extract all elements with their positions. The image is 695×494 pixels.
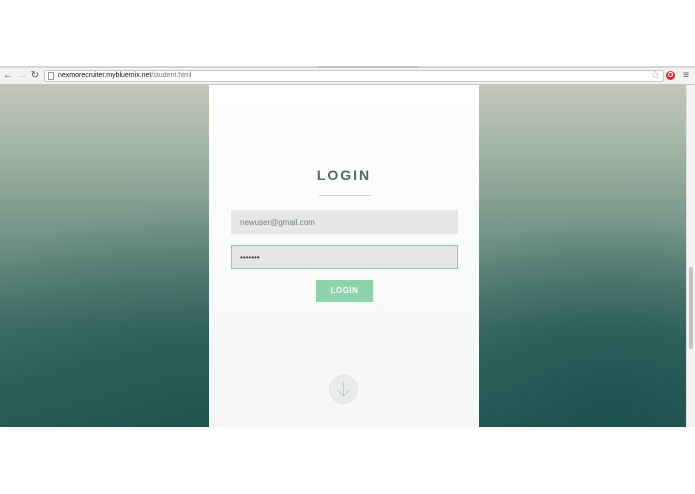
address-bar[interactable]: nexmorecruiter.mybluemix.net/student.htm… [44, 70, 664, 82]
email-field[interactable] [231, 210, 458, 234]
reload-button[interactable]: ↻ [29, 69, 41, 83]
back-button[interactable]: ← [2, 69, 14, 83]
login-button[interactable]: LOGIN [316, 280, 373, 302]
page-scrollbar[interactable] [686, 85, 695, 427]
forward-arrow-icon: → [17, 70, 27, 81]
url-host: nexmorecruiter.mybluemix.net [58, 72, 152, 79]
scrollbar-thumb[interactable] [689, 267, 693, 349]
back-arrow-icon: ← [3, 70, 13, 81]
password-field[interactable] [231, 245, 458, 269]
opera-icon[interactable]: O [666, 71, 675, 80]
star-icon[interactable]: ☆ [651, 70, 660, 81]
browser-toolbar: ← → ↻ nexmorecruiter.mybluemix.net/stude… [0, 68, 695, 85]
reload-icon: ↻ [30, 70, 40, 81]
browser-window: ← → ↻ nexmorecruiter.mybluemix.net/stude… [0, 66, 695, 427]
url-path: /student.html [151, 72, 192, 79]
down-arrow-icon [337, 382, 350, 397]
url-text[interactable]: nexmorecruiter.mybluemix.net/student.htm… [58, 71, 191, 81]
login-heading: LOGIN [316, 167, 372, 183]
forward-button[interactable]: → [16, 69, 28, 83]
hamburger-menu-icon[interactable]: ≡ [681, 69, 691, 83]
page-icon [48, 72, 54, 80]
page-content: LOGIN LOGIN [0, 85, 695, 427]
login-card: LOGIN LOGIN [209, 85, 479, 427]
scroll-down-button[interactable] [329, 375, 358, 404]
heading-divider [319, 195, 371, 196]
